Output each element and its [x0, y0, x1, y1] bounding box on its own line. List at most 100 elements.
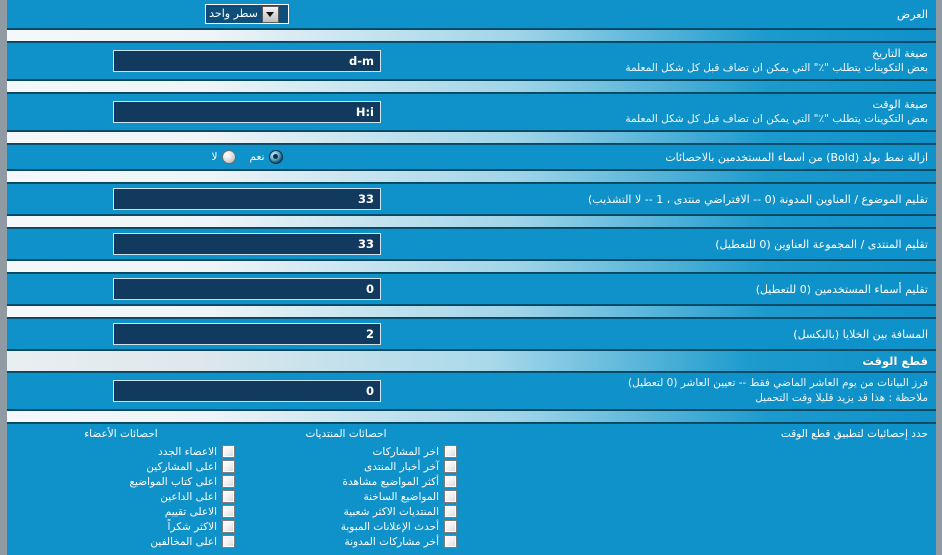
stats-column-forums-heading: احصائات المنتديات — [305, 428, 387, 440]
checkbox-forum-0[interactable] — [444, 445, 457, 458]
checkbox-member-5[interactable] — [222, 520, 235, 533]
row-timecut-value: فرز البيانات من يوم العاشر الماضي فقط --… — [7, 372, 936, 410]
timecut-desc-line2: ملاحظة : هذا قد يزيد قليلا وقت التحميل — [755, 392, 928, 404]
list-item[interactable]: اعلى الداعين — [7, 489, 235, 504]
separator-1 — [7, 29, 936, 42]
checkbox-forum-5[interactable] — [444, 520, 457, 533]
trim-topic-title: تقليم الموضوع / العناوين المدونة (0 -- ا… — [588, 192, 928, 206]
date-format-control-cell — [7, 46, 487, 76]
separator-7 — [7, 305, 936, 318]
display-control-cell: سطر واحد — [7, 0, 487, 28]
list-item[interactable]: الاعضاء الجدد — [7, 444, 235, 459]
trim-topic-input[interactable] — [113, 188, 381, 210]
checkbox-forum-4[interactable] — [444, 505, 457, 518]
checkbox-member-3-label: اعلى الداعين — [160, 490, 217, 503]
checkbox-member-6-label: اعلى المخالفين — [150, 535, 217, 548]
time-format-input[interactable] — [113, 101, 381, 123]
stats-column-members-heading: احصائات الأعضاء — [84, 428, 158, 440]
trim-forum-title: تقليم المنتدى / المجموعة العناوين (0 للت… — [715, 237, 928, 251]
checkbox-member-5-label: الاكثر شكراً — [167, 520, 217, 533]
checkbox-forum-1[interactable] — [444, 460, 457, 473]
list-item[interactable]: آخر أخبار المنتدى — [235, 459, 457, 474]
stats-column-members: احصائات الأعضاء الاعضاء الجدد اعلى المشا… — [7, 424, 235, 555]
checkbox-forum-6-label: أخر مشاركات المدونة — [344, 535, 439, 548]
checkbox-member-2-label: اعلى كتاب المواضيع — [129, 475, 217, 488]
time-format-title: صيغة الوقت — [872, 98, 928, 111]
cell-spacing-title: المسافة بين الخلايا (بالبكسل) — [793, 327, 928, 341]
cell-spacing-input[interactable] — [113, 323, 381, 345]
list-item[interactable]: اخر المشاركات — [235, 444, 457, 459]
time-format-control-cell — [7, 97, 487, 127]
trim-forum-input[interactable] — [113, 233, 381, 255]
date-format-title: صيغة التاريخ — [872, 47, 928, 60]
checkbox-member-4[interactable] — [222, 505, 235, 518]
stats-column-forums: احصائات المنتديات اخر المشاركات آخر أخبا… — [235, 424, 457, 555]
row-remove-bold: ازالة نمط بولد (Bold) من اسماء المستخدمي… — [7, 144, 936, 170]
label-display: العرض — [487, 4, 936, 25]
trim-usernames-control-cell — [7, 274, 487, 304]
checkbox-member-2[interactable] — [222, 475, 235, 488]
timecut-instruction: حدد إحصائيات لتطبيق قطع الوقت — [457, 424, 936, 555]
radio-no-icon[interactable] — [221, 150, 236, 164]
list-item[interactable]: اعلى المشاركين — [7, 459, 235, 474]
timecut-instruction-label: حدد إحصائيات لتطبيق قطع الوقت — [780, 428, 928, 440]
label-timecut: فرز البيانات من يوم العاشر الماضي فقط --… — [487, 373, 936, 409]
checkbox-forum-5-label: أحدث الإعلانات المبوبة — [340, 520, 439, 533]
list-item[interactable]: المواضيع الساخنة — [235, 489, 457, 504]
list-item[interactable]: المنتديات الاكثر شعبية — [235, 504, 457, 519]
label-trim-forum: تقليم المنتدى / المجموعة العناوين (0 للت… — [487, 234, 936, 255]
checkbox-member-6[interactable] — [222, 535, 235, 548]
checkbox-forum-2[interactable] — [444, 475, 457, 488]
radio-yes-icon[interactable] — [268, 150, 283, 164]
display-mode-select[interactable]: سطر واحد — [205, 4, 289, 24]
checkbox-forum-4-label: المنتديات الاكثر شعبية — [343, 505, 439, 518]
list-item[interactable]: أكثر المواضيع مشاهدة — [235, 474, 457, 489]
remove-bold-control-cell: نعم لا — [7, 146, 487, 168]
cell-spacing-control-cell — [7, 319, 487, 349]
date-format-input[interactable] — [113, 50, 381, 72]
checkbox-member-1[interactable] — [222, 460, 235, 473]
chevron-down-icon[interactable] — [261, 5, 279, 23]
separator-5 — [7, 215, 936, 228]
checkbox-forum-0-label: اخر المشاركات — [372, 445, 439, 458]
row-trim-usernames: تقليم أسماء المستخدمين (0 للتعطيل) — [7, 273, 936, 305]
separator-3 — [7, 131, 936, 144]
checkbox-member-0[interactable] — [222, 445, 235, 458]
list-item[interactable]: اعلى المخالفين — [7, 534, 235, 549]
row-trim-topic: تقليم الموضوع / العناوين المدونة (0 -- ا… — [7, 183, 936, 215]
trim-topic-control-cell — [7, 184, 487, 214]
label-remove-bold: ازالة نمط بولد (Bold) من اسماء المستخدمي… — [487, 147, 936, 168]
display-title: العرض — [896, 7, 928, 21]
label-date-format: صيغة التاريخ بعض التكوينات يتطلب "٪" الت… — [487, 43, 936, 79]
checkbox-forum-1-label: آخر أخبار المنتدى — [364, 460, 439, 473]
row-cell-spacing: المسافة بين الخلايا (بالبكسل) — [7, 318, 936, 350]
checkbox-member-4-label: الاعلى تقييم — [164, 505, 217, 518]
trim-usernames-title: تقليم أسماء المستخدمين (0 للتعطيل) — [755, 282, 928, 296]
separator-6 — [7, 260, 936, 273]
label-time-format: صيغة الوقت بعض التكوينات يتطلب "٪" التي … — [487, 94, 936, 130]
timecut-input[interactable] — [113, 380, 381, 402]
list-item[interactable]: أخر مشاركات المدونة — [235, 534, 457, 549]
radio-option-yes[interactable]: نعم — [250, 150, 283, 164]
date-format-desc: بعض التكوينات يتطلب "٪" التي يمكن ان تضا… — [625, 62, 928, 74]
label-trim-usernames: تقليم أسماء المستخدمين (0 للتعطيل) — [487, 279, 936, 300]
separator-8 — [7, 410, 936, 423]
timecut-desc-line1: فرز البيانات من يوم العاشر الماضي فقط --… — [628, 377, 928, 389]
radio-yes-label: نعم — [249, 151, 265, 163]
trim-usernames-input[interactable] — [113, 278, 381, 300]
checkbox-member-3[interactable] — [222, 490, 235, 503]
checkbox-forum-6[interactable] — [444, 535, 457, 548]
checkbox-forum-3[interactable] — [444, 490, 457, 503]
checkbox-member-1-label: اعلى المشاركين — [146, 460, 217, 473]
list-item[interactable]: اعلى كتاب المواضيع — [7, 474, 235, 489]
section-header-timecut: قطع الوقت — [7, 350, 936, 372]
remove-bold-radio-group: نعم لا — [212, 150, 283, 164]
row-display: العرض سطر واحد — [7, 0, 936, 29]
list-item[interactable]: الاعلى تقييم — [7, 504, 235, 519]
list-item[interactable]: الاكثر شكراً — [7, 519, 235, 534]
radio-option-no[interactable]: لا — [212, 150, 236, 164]
row-time-format: صيغة الوقت بعض التكوينات يتطلب "٪" التي … — [7, 93, 936, 131]
time-format-desc: بعض التكوينات يتطلب "٪" التي يمكن ان تضا… — [625, 113, 928, 125]
list-item[interactable]: أحدث الإعلانات المبوبة — [235, 519, 457, 534]
display-mode-value: سطر واحد — [209, 7, 258, 20]
